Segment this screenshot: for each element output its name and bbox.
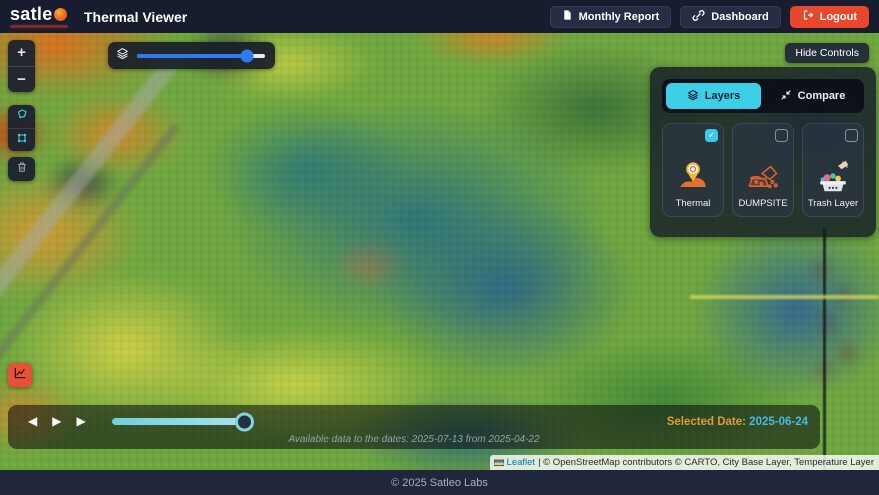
layer-card-dumpsite[interactable]: DUMPSITE (732, 123, 794, 217)
ukraine-flag-icon (494, 459, 504, 466)
opacity-slider-thumb[interactable] (241, 49, 254, 62)
logout-button[interactable]: Logout (790, 6, 869, 28)
dumpsite-checkbox[interactable] (775, 129, 788, 142)
opacity-slider-fill (137, 54, 247, 58)
opacity-slider-track[interactable] (137, 54, 265, 58)
tab-compare[interactable]: Compare (765, 83, 860, 109)
thermal-map[interactable]: + − Hide Controls Layers (0, 33, 879, 470)
thermal-checkbox[interactable]: ✓ (705, 129, 718, 142)
map-road-vertical (823, 228, 826, 470)
brand-tagline (10, 25, 68, 28)
document-icon (562, 9, 573, 24)
play-button[interactable]: ▶ (52, 413, 61, 429)
page-title: Thermal Viewer (84, 9, 187, 25)
layers-icon (116, 47, 129, 65)
selected-date-value: 2025-06-24 (749, 416, 808, 428)
layer-label-thermal: Thermal (676, 198, 711, 209)
zoom-control: + − (8, 40, 35, 92)
date-slider-track[interactable] (112, 418, 244, 425)
timeline-bar: ◀ ▶ ▶ Selected Date: 2025-06-24 Availabl… (8, 405, 820, 449)
zoom-in-button[interactable]: + (8, 40, 35, 67)
step-forward-button[interactable]: ▶ (76, 413, 85, 429)
dashboard-label: Dashboard (711, 11, 768, 23)
analytics-chart-button[interactable] (8, 363, 32, 387)
timeline-controls: ◀ ▶ ▶ (28, 413, 86, 429)
logout-icon (802, 9, 814, 24)
selected-date: Selected Date: 2025-06-24 (667, 416, 808, 428)
tab-layers-label: Layers (705, 90, 740, 102)
delete-shapes-button[interactable] (8, 157, 35, 181)
dumpsite-truck-icon (746, 157, 780, 195)
brand-logo-text: satle (10, 5, 53, 23)
header-actions: Monthly Report Dashboard Logout (550, 6, 869, 28)
tab-compare-label: Compare (798, 90, 846, 102)
draw-polygon-icon (16, 107, 28, 125)
layer-cards: ✓ Thermal (650, 123, 876, 217)
edit-shape-button[interactable] (8, 129, 35, 152)
attribution-text: | © OpenStreetMap contributors © CARTO, … (538, 457, 874, 468)
draw-polygon-button[interactable] (8, 105, 35, 129)
link-icon (692, 9, 705, 25)
brand-logo: satle (10, 5, 68, 28)
edit-rectangle-icon (16, 131, 28, 149)
map-attribution: Leaflet | © OpenStreetMap contributors ©… (490, 455, 879, 470)
line-chart-icon (13, 366, 27, 385)
top-bar: satle Thermal Viewer Monthly Report Dash… (0, 0, 879, 33)
page-footer: © 2025 Satleo Labs (0, 470, 879, 495)
trash-layer-checkbox[interactable] (845, 129, 858, 142)
logout-label: Logout (820, 11, 857, 23)
date-slider-thumb[interactable] (235, 412, 254, 431)
copyright-text: © 2025 Satleo Labs (391, 477, 488, 489)
monthly-report-label: Monthly Report (579, 11, 660, 23)
step-back-button[interactable]: ◀ (28, 413, 37, 429)
leaflet-link[interactable]: Leaflet (507, 457, 536, 468)
layer-label-trash: Trash Layer (808, 198, 858, 209)
monthly-report-button[interactable]: Monthly Report (550, 6, 672, 28)
trash-icon (16, 160, 28, 178)
layers-panel-tabs: Layers Compare (662, 79, 864, 113)
layer-card-thermal[interactable]: ✓ Thermal (662, 123, 724, 217)
opacity-slider-pill (108, 42, 275, 69)
draw-tools-control (8, 105, 35, 151)
tab-layers[interactable]: Layers (666, 83, 761, 109)
map-road-horizontal (690, 295, 879, 299)
hide-controls-button[interactable]: Hide Controls (785, 43, 869, 63)
compare-arrows-icon (780, 89, 792, 104)
selected-date-label: Selected Date: (667, 416, 746, 428)
thermal-pin-icon (676, 157, 710, 195)
layer-card-trash[interactable]: Trash Layer (802, 123, 864, 217)
availability-note: Available data to the dates: 2025-07-13 … (8, 434, 820, 445)
zoom-out-button[interactable]: − (8, 67, 35, 93)
dashboard-button[interactable]: Dashboard (680, 6, 780, 28)
layer-label-dumpsite: DUMPSITE (738, 198, 787, 209)
trash-pile-icon (816, 157, 850, 195)
brand-logo-dot-icon (54, 8, 67, 21)
layers-panel: Layers Compare ✓ Thermal (650, 67, 876, 237)
layers-icon (687, 89, 699, 104)
